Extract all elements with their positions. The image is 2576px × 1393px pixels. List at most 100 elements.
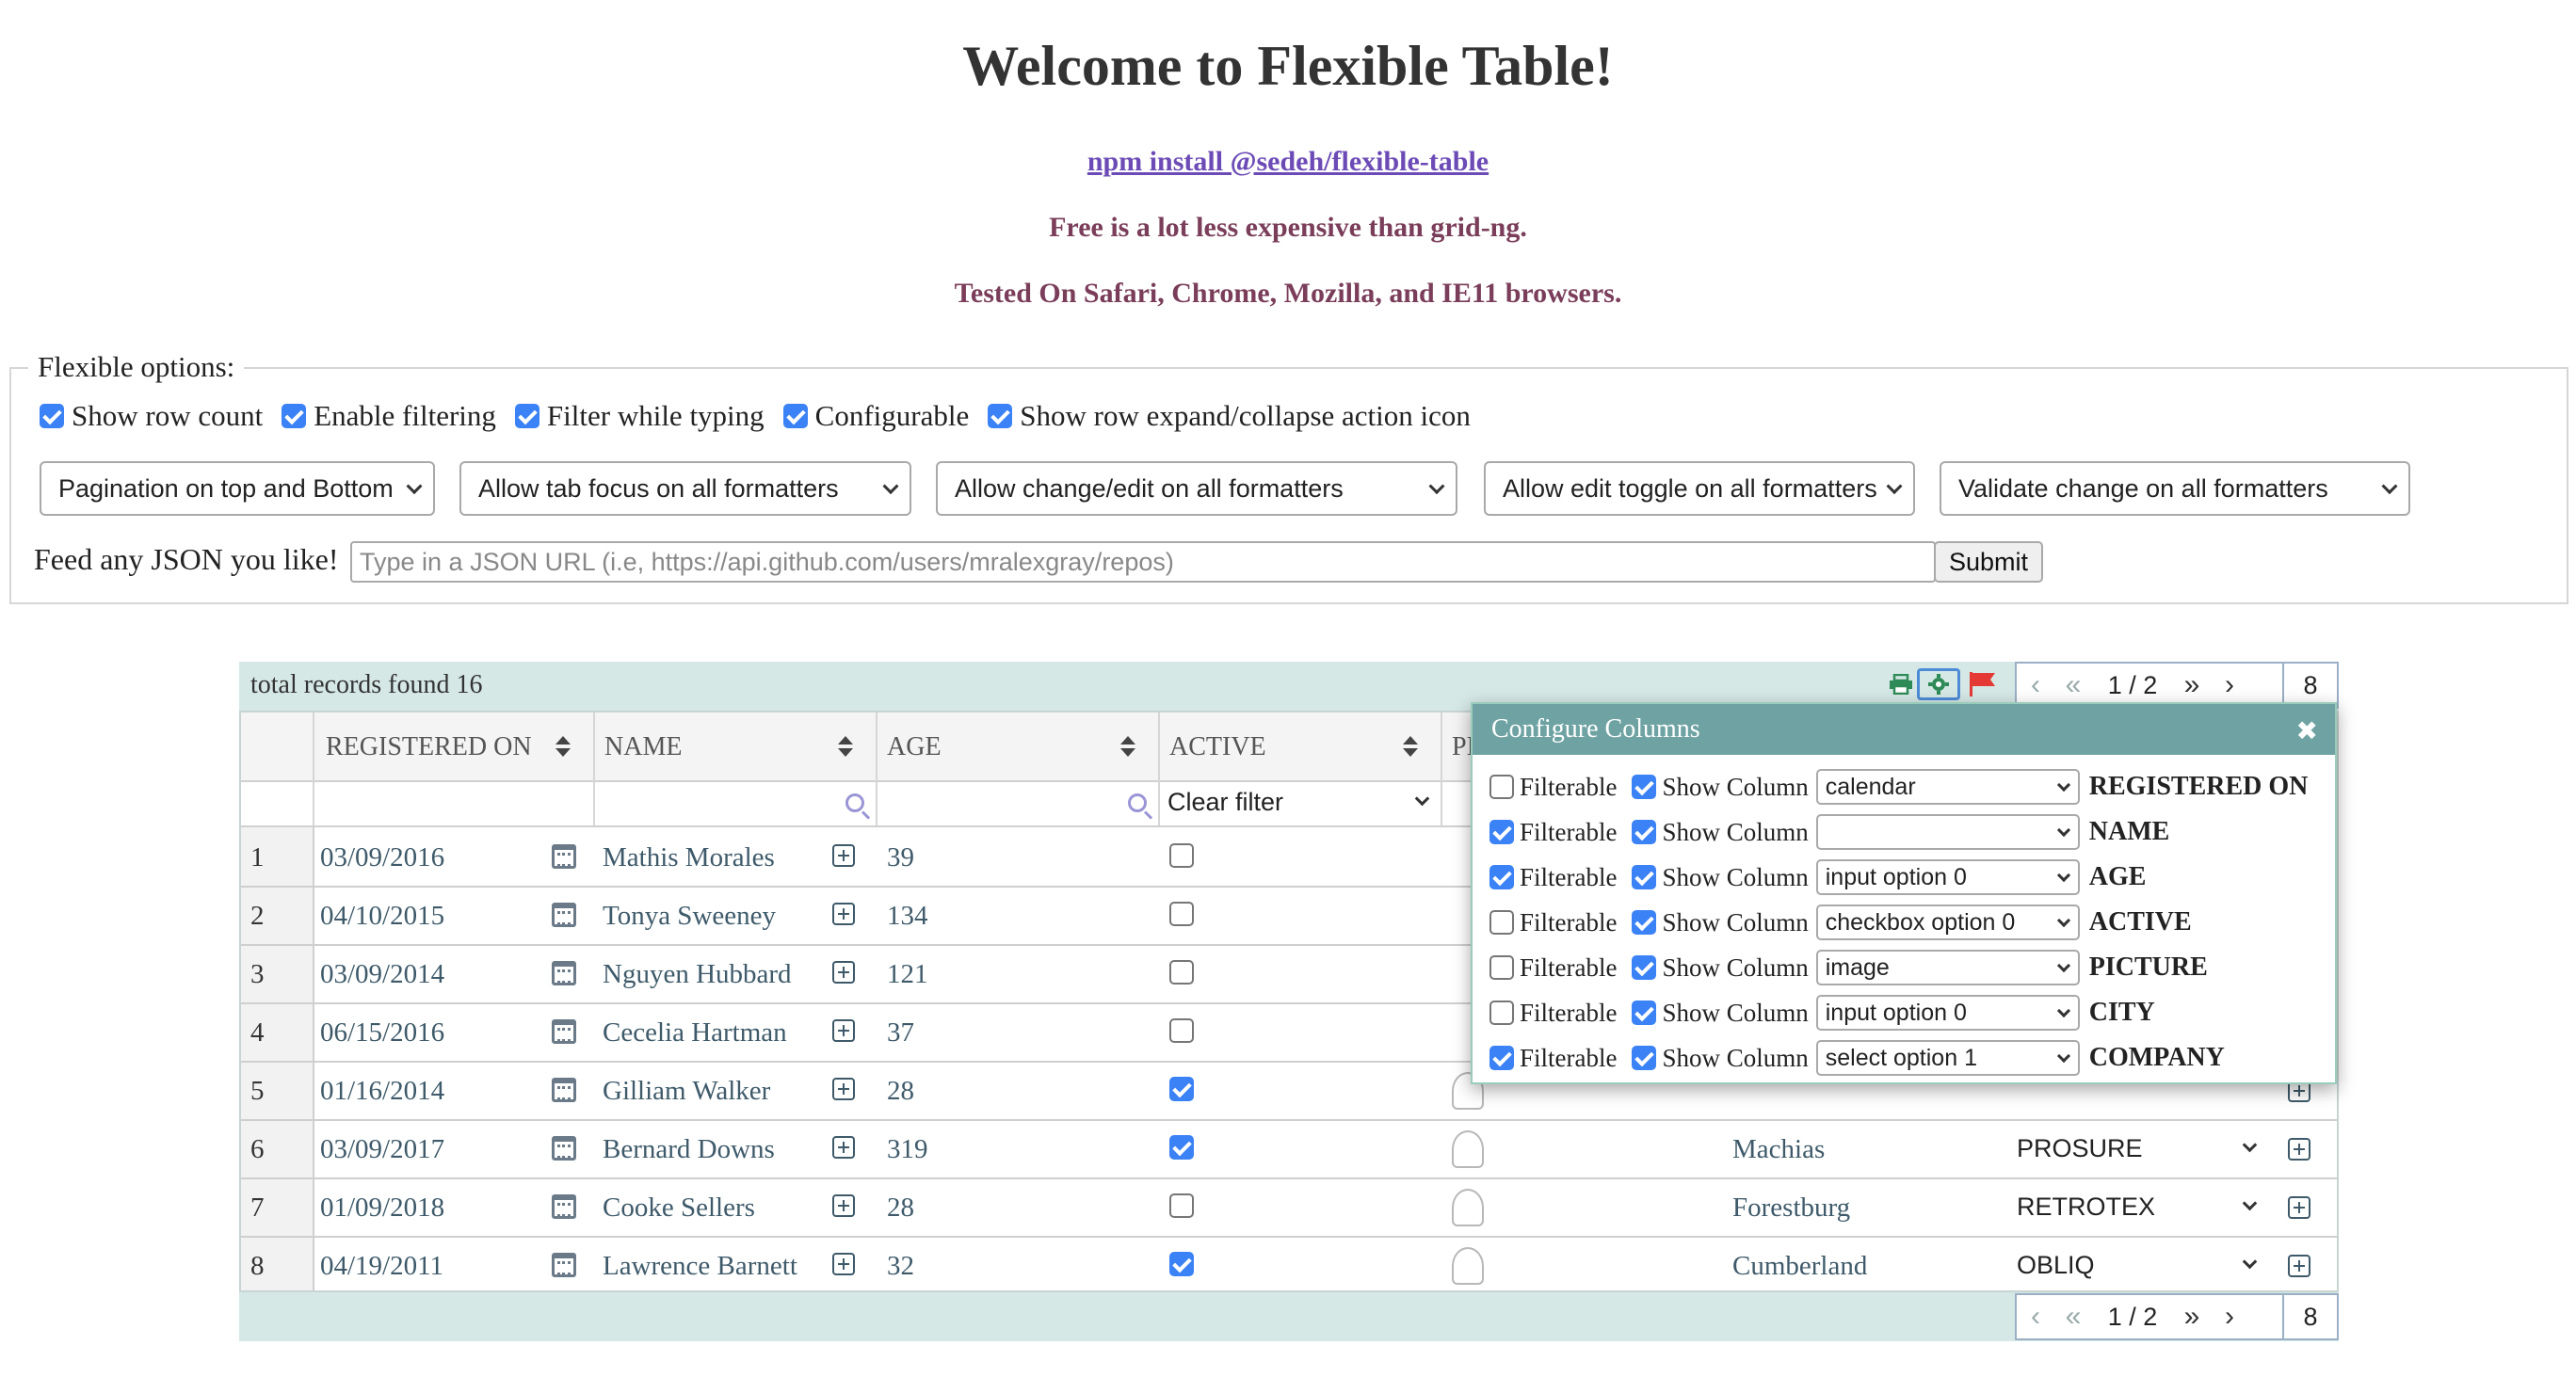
show-row-count-option[interactable]: Show row count <box>40 399 263 433</box>
company-select[interactable]: OBLIQ <box>2017 1251 2095 1280</box>
show-column-checkbox[interactable] <box>1632 955 1657 980</box>
validate-change-select[interactable]: Validate change on all formatters <box>1940 461 2410 516</box>
filterable-checkbox[interactable] <box>1489 775 1514 799</box>
active-checkbox[interactable] <box>1169 1135 1194 1160</box>
calendar-icon[interactable] <box>552 903 576 927</box>
expand-name-icon[interactable] <box>832 1136 855 1159</box>
first-page-icon[interactable]: « <box>2054 1301 2092 1333</box>
calendar-icon[interactable] <box>552 844 576 869</box>
sort-icon[interactable] <box>1403 736 1418 759</box>
enable-filtering-option[interactable]: Enable filtering <box>282 399 496 433</box>
column-header-registered[interactable]: REGISTERED ON <box>314 713 595 782</box>
page-size-input[interactable]: 8 <box>2282 664 2337 707</box>
row-expand-icon[interactable] <box>2288 1138 2310 1161</box>
formatter-select[interactable]: calendar <box>1815 769 2080 805</box>
filterable-checkbox[interactable] <box>1489 1046 1514 1070</box>
calendar-icon[interactable] <box>552 1078 576 1102</box>
enable-filtering-checkbox[interactable] <box>282 404 307 428</box>
column-header-name[interactable]: NAME <box>595 713 877 782</box>
formatter-select[interactable]: select option 1 <box>1815 1040 2080 1076</box>
active-checkbox[interactable] <box>1169 843 1194 868</box>
show-column-checkbox[interactable] <box>1632 775 1657 799</box>
formatter-select[interactable]: input option 0 <box>1815 995 2080 1031</box>
active-checkbox[interactable] <box>1169 1193 1194 1218</box>
calendar-icon[interactable] <box>552 961 576 985</box>
expand-name-icon[interactable] <box>832 1253 855 1275</box>
expand-name-icon[interactable] <box>832 844 855 867</box>
edit-toggle-select[interactable]: Allow edit toggle on all formatters <box>1484 461 1915 516</box>
expand-name-icon[interactable] <box>832 1019 855 1042</box>
change-edit-select[interactable]: Allow change/edit on all formatters <box>936 461 1457 516</box>
prev-page-icon[interactable]: ‹ <box>2017 669 2054 701</box>
config-row: Filterable Show Column checkbox option 0 AC… <box>1489 902 2192 943</box>
filterable-checkbox[interactable] <box>1489 865 1514 889</box>
active-checkbox[interactable] <box>1169 1077 1194 1101</box>
option-label: Filter while typing <box>546 399 765 432</box>
active-checkbox[interactable] <box>1169 1018 1194 1043</box>
column-header-age[interactable]: AGE <box>877 713 1160 782</box>
active-checkbox[interactable] <box>1169 1252 1194 1276</box>
next-page-icon[interactable]: › <box>2211 669 2248 701</box>
formatter-select[interactable]: image <box>1815 950 2080 985</box>
active-checkbox[interactable] <box>1169 902 1194 926</box>
print-icon[interactable] <box>1889 674 1913 695</box>
show-expand-icon-checkbox[interactable] <box>988 404 1013 428</box>
sort-icon[interactable] <box>1120 736 1135 759</box>
column-header-active[interactable]: ACTIVE <box>1160 713 1442 782</box>
gear-icon[interactable] <box>1917 668 1960 700</box>
show-column-checkbox[interactable] <box>1632 1046 1657 1070</box>
formatter-select[interactable]: input option 0 <box>1815 859 2080 895</box>
active-checkbox[interactable] <box>1169 960 1194 985</box>
configurable-option[interactable]: Configurable <box>782 399 969 433</box>
filterable-checkbox[interactable] <box>1489 820 1514 844</box>
prev-page-icon[interactable]: ‹ <box>2017 1301 2054 1333</box>
json-url-input[interactable]: Type in a JSON URL (i.e, https://api.git… <box>350 541 1936 583</box>
row-expand-icon[interactable] <box>2288 1255 2310 1277</box>
sort-icon[interactable] <box>838 736 853 759</box>
config-row: Filterable Show Column input option 0 AGE <box>1489 857 2146 898</box>
calendar-icon[interactable] <box>552 1253 576 1277</box>
sort-icon[interactable] <box>555 736 571 759</box>
calendar-icon[interactable] <box>552 1194 576 1219</box>
show-row-count-checkbox[interactable] <box>40 404 64 428</box>
age-filter-input[interactable] <box>877 782 1160 825</box>
expand-name-icon[interactable] <box>832 1194 855 1217</box>
calendar-icon[interactable] <box>552 1136 576 1161</box>
expand-name-icon[interactable] <box>832 1078 855 1100</box>
calendar-icon[interactable] <box>552 1019 576 1044</box>
name-filter-input[interactable] <box>595 782 877 825</box>
filter-while-typing-checkbox[interactable] <box>514 404 539 428</box>
expand-name-icon[interactable] <box>832 903 855 925</box>
show-expand-icon-option[interactable]: Show row expand/collapse action icon <box>988 399 1471 433</box>
clear-filter-option: Clear filter <box>1167 788 1284 816</box>
show-column-checkbox[interactable] <box>1632 820 1657 844</box>
formatter-select[interactable] <box>1815 814 2080 850</box>
first-page-icon[interactable]: « <box>2054 669 2092 701</box>
show-column-label: Show Column <box>1662 862 1809 891</box>
active-filter-select[interactable]: Clear filter <box>1160 782 1442 825</box>
show-column-checkbox[interactable] <box>1632 1001 1657 1025</box>
row-expand-icon[interactable] <box>2288 1196 2310 1219</box>
tab-focus-select[interactable]: Allow tab focus on all formatters <box>459 461 911 516</box>
formatter-select[interactable]: checkbox option 0 <box>1815 905 2080 940</box>
npm-install-link[interactable]: npm install @sedeh/flexible-table <box>0 146 2576 178</box>
show-column-checkbox[interactable] <box>1632 865 1657 889</box>
last-page-icon[interactable]: » <box>2173 669 2211 701</box>
last-page-icon[interactable]: » <box>2173 1301 2211 1333</box>
flag-icon[interactable] <box>1968 670 1998 698</box>
filterable-checkbox[interactable] <box>1489 955 1514 980</box>
filterable-checkbox[interactable] <box>1489 910 1514 935</box>
configurable-checkbox[interactable] <box>782 404 808 428</box>
search-icon <box>1128 793 1147 812</box>
expand-name-icon[interactable] <box>832 961 855 984</box>
page-size-input[interactable]: 8 <box>2282 1295 2337 1338</box>
company-select[interactable]: PROSURE <box>2017 1134 2143 1163</box>
submit-button[interactable]: Submit <box>1934 541 2043 583</box>
pagination-select[interactable]: Pagination on top and Bottom <box>40 461 435 516</box>
show-column-checkbox[interactable] <box>1632 910 1657 935</box>
company-select[interactable]: RETROTEX <box>2017 1193 2155 1222</box>
filterable-checkbox[interactable] <box>1489 1001 1514 1025</box>
close-icon[interactable]: ✖ <box>2296 715 2318 746</box>
next-page-icon[interactable]: › <box>2211 1301 2248 1333</box>
filter-while-typing-option[interactable]: Filter while typing <box>514 399 765 433</box>
